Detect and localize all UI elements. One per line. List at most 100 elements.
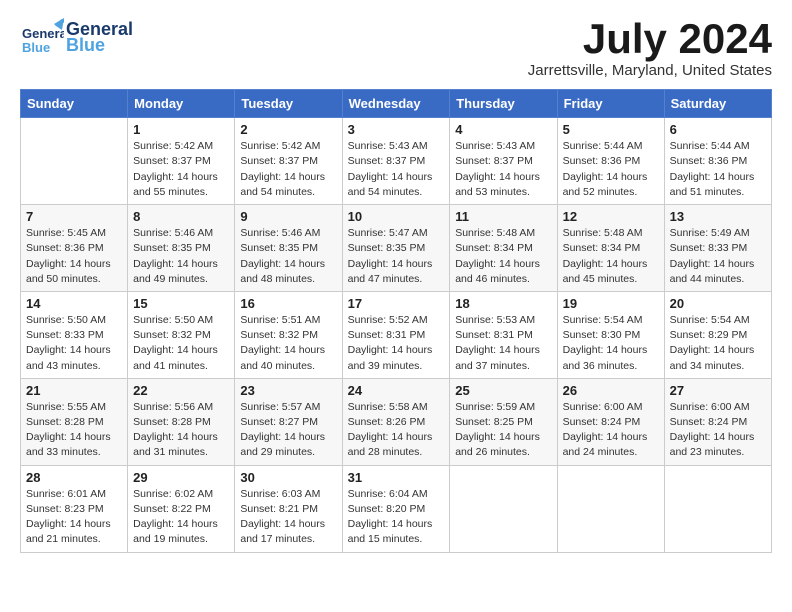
day-info: Sunrise: 5:46 AM Sunset: 8:35 PM Dayligh… — [133, 226, 229, 287]
calendar-cell — [557, 465, 664, 552]
day-number: 7 — [26, 209, 122, 224]
day-number: 13 — [670, 209, 766, 224]
calendar-cell: 16 Sunrise: 5:51 AM Sunset: 8:32 PM Dayli… — [235, 291, 342, 378]
day-info: Sunrise: 6:01 AM Sunset: 8:23 PM Dayligh… — [26, 487, 122, 548]
day-number: 11 — [455, 209, 551, 224]
day-header-sunday: Sunday — [21, 90, 128, 118]
day-info: Sunrise: 5:52 AM Sunset: 8:31 PM Dayligh… — [348, 313, 445, 374]
calendar-header-row: SundayMondayTuesdayWednesdayThursdayFrid… — [21, 90, 772, 118]
day-info: Sunrise: 5:47 AM Sunset: 8:35 PM Dayligh… — [348, 226, 445, 287]
day-number: 5 — [563, 122, 659, 137]
day-number: 8 — [133, 209, 229, 224]
calendar-cell: 5 Sunrise: 5:44 AM Sunset: 8:36 PM Daylig… — [557, 118, 664, 205]
day-number: 3 — [348, 122, 445, 137]
calendar-cell — [21, 118, 128, 205]
calendar-cell: 31Sunrise: 6:04 AM Sunset: 8:20 PM Dayli… — [342, 465, 450, 552]
day-number: 25 — [455, 383, 551, 398]
calendar-cell: 27 Sunrise: 6:00 AM Sunset: 8:24 PM Dayli… — [664, 378, 771, 465]
calendar-cell: 2 Sunrise: 5:42 AM Sunset: 8:37 PM Daylig… — [235, 118, 342, 205]
calendar-cell: 29Sunrise: 6:02 AM Sunset: 8:22 PM Dayli… — [128, 465, 235, 552]
day-info: Sunrise: 5:48 AM Sunset: 8:34 PM Dayligh… — [455, 226, 551, 287]
calendar: SundayMondayTuesdayWednesdayThursdayFrid… — [20, 89, 772, 552]
day-number: 6 — [670, 122, 766, 137]
calendar-cell: 4 Sunrise: 5:43 AM Sunset: 8:37 PM Daylig… — [450, 118, 557, 205]
calendar-cell: 22Sunrise: 5:56 AM Sunset: 8:28 PM Dayli… — [128, 378, 235, 465]
logo-blue-text: Blue — [66, 36, 133, 56]
calendar-cell: 6 Sunrise: 5:44 AM Sunset: 8:36 PM Daylig… — [664, 118, 771, 205]
day-info: Sunrise: 5:44 AM Sunset: 8:36 PM Dayligh… — [670, 139, 766, 200]
month-title: July 2024 — [528, 16, 772, 62]
day-info: Sunrise: 5:50 AM Sunset: 8:32 PM Dayligh… — [133, 313, 229, 374]
calendar-cell: 14 Sunrise: 5:50 AM Sunset: 8:33 PM Dayli… — [21, 291, 128, 378]
calendar-cell: 24Sunrise: 5:58 AM Sunset: 8:26 PM Dayli… — [342, 378, 450, 465]
calendar-cell: 17Sunrise: 5:52 AM Sunset: 8:31 PM Dayli… — [342, 291, 450, 378]
day-info: Sunrise: 5:46 AM Sunset: 8:35 PM Dayligh… — [240, 226, 336, 287]
day-info: Sunrise: 5:43 AM Sunset: 8:37 PM Dayligh… — [455, 139, 551, 200]
day-header-wednesday: Wednesday — [342, 90, 450, 118]
day-info: Sunrise: 6:00 AM Sunset: 8:24 PM Dayligh… — [563, 400, 659, 461]
calendar-cell: 9 Sunrise: 5:46 AM Sunset: 8:35 PM Daylig… — [235, 205, 342, 292]
calendar-cell: 7 Sunrise: 5:45 AM Sunset: 8:36 PM Daylig… — [21, 205, 128, 292]
calendar-cell: 19 Sunrise: 5:54 AM Sunset: 8:30 PM Dayli… — [557, 291, 664, 378]
day-number: 4 — [455, 122, 551, 137]
day-number: 16 — [240, 296, 336, 311]
day-info: Sunrise: 6:00 AM Sunset: 8:24 PM Dayligh… — [670, 400, 766, 461]
calendar-cell: 12Sunrise: 5:48 AM Sunset: 8:34 PM Dayli… — [557, 205, 664, 292]
header: General Blue General Blue July 2024 Jarr… — [20, 16, 772, 79]
day-number: 14 — [26, 296, 122, 311]
calendar-cell: 8 Sunrise: 5:46 AM Sunset: 8:35 PM Daylig… — [128, 205, 235, 292]
calendar-cell: 3 Sunrise: 5:43 AM Sunset: 8:37 PM Daylig… — [342, 118, 450, 205]
day-number: 10 — [348, 209, 445, 224]
day-info: Sunrise: 5:42 AM Sunset: 8:37 PM Dayligh… — [133, 139, 229, 200]
calendar-cell: 26 Sunrise: 6:00 AM Sunset: 8:24 PM Dayli… — [557, 378, 664, 465]
calendar-cell: 25Sunrise: 5:59 AM Sunset: 8:25 PM Dayli… — [450, 378, 557, 465]
day-info: Sunrise: 6:03 AM Sunset: 8:21 PM Dayligh… — [240, 487, 336, 548]
day-number: 9 — [240, 209, 336, 224]
week-row-3: 14 Sunrise: 5:50 AM Sunset: 8:33 PM Dayli… — [21, 291, 772, 378]
day-header-monday: Monday — [128, 90, 235, 118]
svg-text:Blue: Blue — [22, 40, 50, 55]
day-number: 28 — [26, 470, 122, 485]
day-info: Sunrise: 5:55 AM Sunset: 8:28 PM Dayligh… — [26, 400, 122, 461]
day-info: Sunrise: 5:54 AM Sunset: 8:29 PM Dayligh… — [670, 313, 766, 374]
day-info: Sunrise: 5:54 AM Sunset: 8:30 PM Dayligh… — [563, 313, 659, 374]
day-number: 19 — [563, 296, 659, 311]
title-area: July 2024 Jarrettsville, Maryland, Unite… — [528, 16, 772, 79]
calendar-cell: 15 Sunrise: 5:50 AM Sunset: 8:32 PM Dayli… — [128, 291, 235, 378]
calendar-cell: 28 Sunrise: 6:01 AM Sunset: 8:23 PM Dayli… — [21, 465, 128, 552]
day-number: 26 — [563, 383, 659, 398]
day-info: Sunrise: 5:42 AM Sunset: 8:37 PM Dayligh… — [240, 139, 336, 200]
day-number: 23 — [240, 383, 336, 398]
day-info: Sunrise: 5:51 AM Sunset: 8:32 PM Dayligh… — [240, 313, 336, 374]
day-info: Sunrise: 5:49 AM Sunset: 8:33 PM Dayligh… — [670, 226, 766, 287]
day-number: 30 — [240, 470, 336, 485]
day-info: Sunrise: 5:50 AM Sunset: 8:33 PM Dayligh… — [26, 313, 122, 374]
day-number: 15 — [133, 296, 229, 311]
day-info: Sunrise: 6:04 AM Sunset: 8:20 PM Dayligh… — [348, 487, 445, 548]
day-info: Sunrise: 6:02 AM Sunset: 8:22 PM Dayligh… — [133, 487, 229, 548]
calendar-cell: 18Sunrise: 5:53 AM Sunset: 8:31 PM Dayli… — [450, 291, 557, 378]
day-number: 1 — [133, 122, 229, 137]
week-row-2: 7 Sunrise: 5:45 AM Sunset: 8:36 PM Daylig… — [21, 205, 772, 292]
logo-icon: General Blue — [20, 16, 64, 60]
day-number: 24 — [348, 383, 445, 398]
day-info: Sunrise: 5:57 AM Sunset: 8:27 PM Dayligh… — [240, 400, 336, 461]
svg-text:General: General — [22, 26, 64, 41]
calendar-cell — [450, 465, 557, 552]
day-info: Sunrise: 5:45 AM Sunset: 8:36 PM Dayligh… — [26, 226, 122, 287]
day-header-friday: Friday — [557, 90, 664, 118]
day-number: 21 — [26, 383, 122, 398]
calendar-cell: 11 Sunrise: 5:48 AM Sunset: 8:34 PM Dayli… — [450, 205, 557, 292]
day-info: Sunrise: 5:44 AM Sunset: 8:36 PM Dayligh… — [563, 139, 659, 200]
day-info: Sunrise: 5:43 AM Sunset: 8:37 PM Dayligh… — [348, 139, 445, 200]
day-number: 2 — [240, 122, 336, 137]
calendar-cell: 21 Sunrise: 5:55 AM Sunset: 8:28 PM Dayli… — [21, 378, 128, 465]
day-info: Sunrise: 5:48 AM Sunset: 8:34 PM Dayligh… — [563, 226, 659, 287]
week-row-4: 21 Sunrise: 5:55 AM Sunset: 8:28 PM Dayli… — [21, 378, 772, 465]
day-number: 27 — [670, 383, 766, 398]
location: Jarrettsville, Maryland, United States — [528, 62, 772, 79]
day-number: 20 — [670, 296, 766, 311]
day-header-tuesday: Tuesday — [235, 90, 342, 118]
week-row-1: 1 Sunrise: 5:42 AM Sunset: 8:37 PM Daylig… — [21, 118, 772, 205]
day-number: 18 — [455, 296, 551, 311]
